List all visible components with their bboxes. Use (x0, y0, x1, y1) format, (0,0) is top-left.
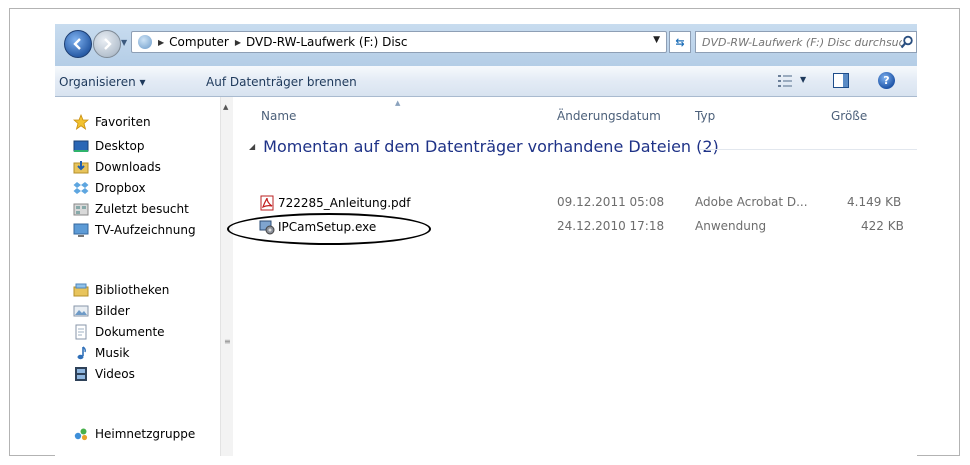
nav-pictures[interactable]: Bilder (73, 302, 130, 320)
homegroup-icon (73, 426, 89, 442)
group-header-label: Momentan auf dem Datenträger vorhandene … (263, 137, 719, 156)
annotation-circle (227, 213, 431, 245)
nav-label: Dokumente (95, 325, 165, 339)
nav-libraries[interactable]: Bibliotheken (73, 281, 169, 299)
nav-label: Heimnetzgruppe (95, 427, 196, 441)
breadcrumb-separator-icon: ▶ (158, 37, 165, 47)
file-name-cell: 722285_Anleitung.pdf (259, 195, 410, 211)
breadcrumb-computer[interactable]: ▶ Computer (158, 35, 229, 49)
forward-arrow-icon (104, 38, 112, 50)
tv-icon (73, 222, 89, 238)
nav-videos[interactable]: Videos (73, 365, 135, 383)
file-date-cell: 24.12.2010 17:18 (557, 219, 665, 233)
explorer-window: ▼ ▶ Computer ▶ DVD-RW-Laufwerk (F:) Disc… (55, 24, 917, 456)
nav-label: TV-Aufzeichnung (95, 223, 196, 237)
libraries-icon (73, 282, 89, 298)
desktop-icon (73, 138, 89, 154)
column-header-date[interactable]: Änderungsdatum (557, 109, 661, 123)
file-size-cell: 4.149 KB (847, 195, 902, 209)
nav-label: Videos (95, 367, 135, 381)
recent-places-icon (73, 201, 89, 217)
breadcrumb-dvd-drive[interactable]: ▶ DVD-RW-Laufwerk (F:) Disc (235, 35, 408, 49)
preview-pane-icon[interactable] (833, 73, 849, 88)
computer-location-icon (138, 35, 152, 49)
nav-label: Favoriten (95, 115, 151, 129)
nav-favorites[interactable]: Favoriten (72, 113, 151, 131)
refresh-button[interactable]: ⇆ (669, 31, 691, 53)
nav-label: Bilder (95, 304, 130, 318)
nav-desktop[interactable]: Desktop (73, 137, 145, 155)
back-button[interactable] (64, 30, 92, 58)
music-icon (73, 345, 89, 361)
help-icon[interactable]: ? (878, 72, 895, 89)
navigation-pane: Favoriten Desktop Downloads Dropbox Zule… (55, 97, 229, 456)
column-header-type[interactable]: Typ (695, 109, 715, 123)
search-icon[interactable] (900, 35, 914, 49)
refresh-icon: ⇆ (675, 35, 685, 49)
burn-to-disc-button[interactable]: Auf Datenträger brennen (206, 75, 357, 89)
file-type-cell: Anwendung (695, 219, 767, 233)
breadcrumb-separator-icon: ▶ (234, 37, 241, 47)
nav-downloads[interactable]: Downloads (73, 158, 161, 176)
nav-label: Bibliotheken (95, 283, 170, 297)
scroll-up-icon[interactable]: ▲ (223, 103, 228, 111)
downloads-folder-icon (73, 159, 89, 175)
collapse-triangle-icon[interactable]: ◢ (249, 142, 255, 151)
star-icon (72, 113, 90, 130)
nav-homegroup[interactable]: Heimnetzgruppe (73, 425, 195, 443)
view-dropdown-icon[interactable]: ▼ (800, 75, 806, 84)
nav-music[interactable]: Musik (73, 344, 130, 362)
nav-label: Musik (95, 346, 130, 360)
nav-label: Downloads (95, 160, 161, 174)
forward-button[interactable] (93, 30, 121, 58)
pdf-file-icon (259, 195, 275, 211)
scroll-grip-icon[interactable]: ≡ (224, 337, 231, 346)
dropbox-icon (73, 180, 89, 196)
table-row[interactable]: 722285_Anleitung.pdf 09.12.2011 05:08 Ad… (233, 193, 917, 213)
documents-icon (73, 324, 89, 340)
address-box[interactable]: ▶ Computer ▶ DVD-RW-Laufwerk (F:) Disc ▼ (131, 31, 667, 53)
pictures-icon (73, 303, 89, 319)
nav-dropbox[interactable]: Dropbox (73, 179, 146, 197)
view-options-icon[interactable] (777, 74, 793, 88)
nav-recent-places[interactable]: Zuletzt besucht (73, 200, 189, 218)
history-dropdown-icon[interactable]: ▼ (121, 38, 127, 47)
nav-label: Zuletzt besucht (95, 202, 189, 216)
address-dropdown-icon[interactable]: ▼ (653, 35, 660, 45)
nav-label: Desktop (95, 139, 145, 153)
address-bar-area: ▼ ▶ Computer ▶ DVD-RW-Laufwerk (F:) Disc… (55, 24, 917, 66)
file-name-label: 722285_Anleitung.pdf (278, 196, 411, 210)
breadcrumb-label: DVD-RW-Laufwerk (F:) Disc (245, 35, 408, 49)
search-box[interactable] (695, 31, 917, 53)
nav-documents[interactable]: Dokumente (73, 323, 165, 341)
column-header-name[interactable]: Name (261, 109, 296, 123)
search-input[interactable] (702, 33, 902, 51)
file-date-cell: 09.12.2011 05:08 (557, 195, 665, 209)
file-list: Name ▲ Änderungsdatum Typ Größe ◢ Moment… (227, 97, 917, 456)
column-header-size[interactable]: Größe (831, 109, 867, 123)
file-type-cell: Adobe Acrobat D... (695, 195, 808, 209)
navigation-pane-scrollbar[interactable]: ▲ ≡ (220, 97, 233, 456)
file-size-cell: 422 KB (861, 219, 904, 233)
nav-tv-recordings[interactable]: TV-Aufzeichnung (73, 221, 196, 239)
breadcrumb-label: Computer (169, 35, 229, 49)
group-divider (699, 149, 917, 150)
organize-button[interactable]: Organisieren ▾ (59, 75, 146, 89)
back-arrow-icon (73, 38, 81, 50)
sort-ascending-icon: ▲ (395, 99, 401, 107)
command-toolbar: Organisieren ▾ Auf Datenträger brennen ▼… (55, 66, 917, 97)
group-header[interactable]: ◢ Momentan auf dem Datenträger vorhanden… (249, 137, 719, 156)
nav-label: Dropbox (95, 181, 146, 195)
videos-icon (73, 366, 89, 382)
